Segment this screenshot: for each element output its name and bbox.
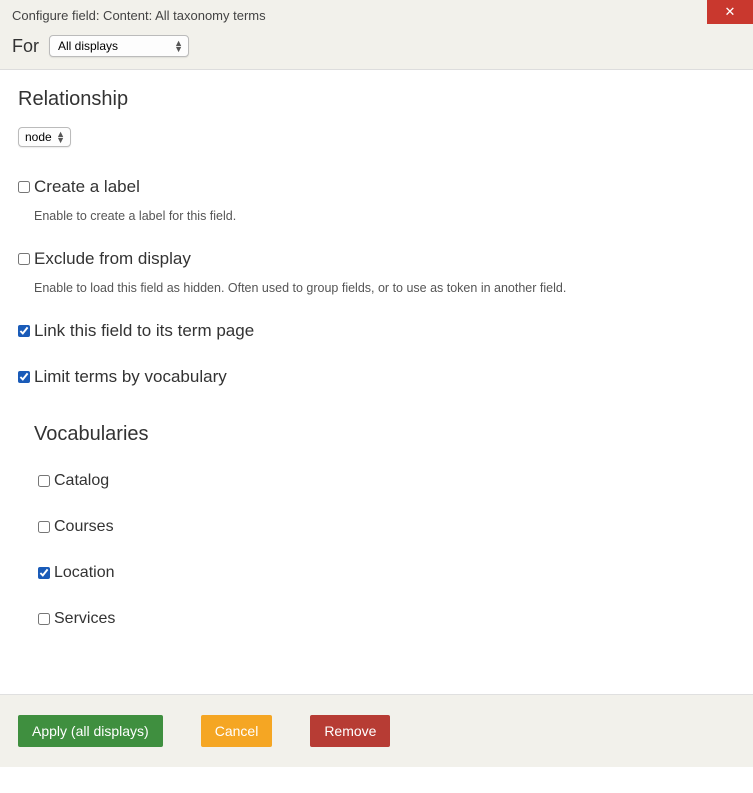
for-select[interactable]: All displays <box>49 35 189 57</box>
relationship-select[interactable]: node <box>18 127 71 147</box>
exclude-display-help: Enable to load this field as hidden. Oft… <box>34 281 735 295</box>
dialog-footer: Apply (all displays) Cancel Remove <box>0 695 753 767</box>
vocab-checkbox-catalog[interactable] <box>38 475 50 487</box>
link-term-checkbox[interactable] <box>18 325 30 337</box>
dialog-title: Configure field: Content: All taxonomy t… <box>12 8 741 23</box>
limit-vocab-text[interactable]: Limit terms by vocabulary <box>34 367 227 387</box>
vocab-checkbox-courses[interactable] <box>38 521 50 533</box>
for-label: For <box>12 36 39 57</box>
close-button[interactable]: ✕ <box>707 0 753 24</box>
vocab-checkbox-location[interactable] <box>38 567 50 579</box>
vocab-label[interactable]: Services <box>54 610 115 628</box>
exclude-display-text[interactable]: Exclude from display <box>34 249 191 269</box>
close-icon: ✕ <box>725 4 736 20</box>
create-label-help: Enable to create a label for this field. <box>34 209 735 223</box>
for-row: For All displays ▲▼ <box>12 35 741 57</box>
link-term-text[interactable]: Link this field to its term page <box>34 321 254 341</box>
link-term-option: Link this field to its term page <box>18 321 735 341</box>
cancel-button[interactable]: Cancel <box>201 715 273 747</box>
vocab-item-catalog: Catalog <box>38 472 735 490</box>
for-select-wrap: All displays ▲▼ <box>49 35 189 57</box>
vocab-label[interactable]: Courses <box>54 518 114 536</box>
exclude-display-option: Exclude from display Enable to load this… <box>18 249 735 295</box>
limit-vocab-option: Limit terms by vocabulary <box>18 367 735 387</box>
vocab-label[interactable]: Location <box>54 564 115 582</box>
vocab-label[interactable]: Catalog <box>54 472 109 490</box>
remove-button[interactable]: Remove <box>310 715 390 747</box>
relationship-select-wrap: node ▲▼ <box>18 127 735 147</box>
apply-button[interactable]: Apply (all displays) <box>18 715 163 747</box>
vocab-item-location: Location <box>38 564 735 582</box>
exclude-display-checkbox[interactable] <box>18 253 30 265</box>
content-area[interactable]: Relationship node ▲▼ Create a label Enab… <box>0 70 753 695</box>
vocabularies-section: Vocabularies Catalog Courses Location Se… <box>34 423 735 628</box>
vocabularies-list: Catalog Courses Location Services <box>38 472 735 628</box>
vocab-checkbox-services[interactable] <box>38 613 50 625</box>
vocab-item-courses: Courses <box>38 518 735 536</box>
create-label-option: Create a label Enable to create a label … <box>18 177 735 223</box>
dialog-header: ✕ Configure field: Content: All taxonomy… <box>0 0 753 70</box>
create-label-text[interactable]: Create a label <box>34 177 140 197</box>
create-label-checkbox[interactable] <box>18 181 30 193</box>
vocabularies-heading: Vocabularies <box>34 423 735 446</box>
relationship-heading: Relationship <box>18 88 735 111</box>
limit-vocab-checkbox[interactable] <box>18 371 30 383</box>
vocab-item-services: Services <box>38 610 735 628</box>
